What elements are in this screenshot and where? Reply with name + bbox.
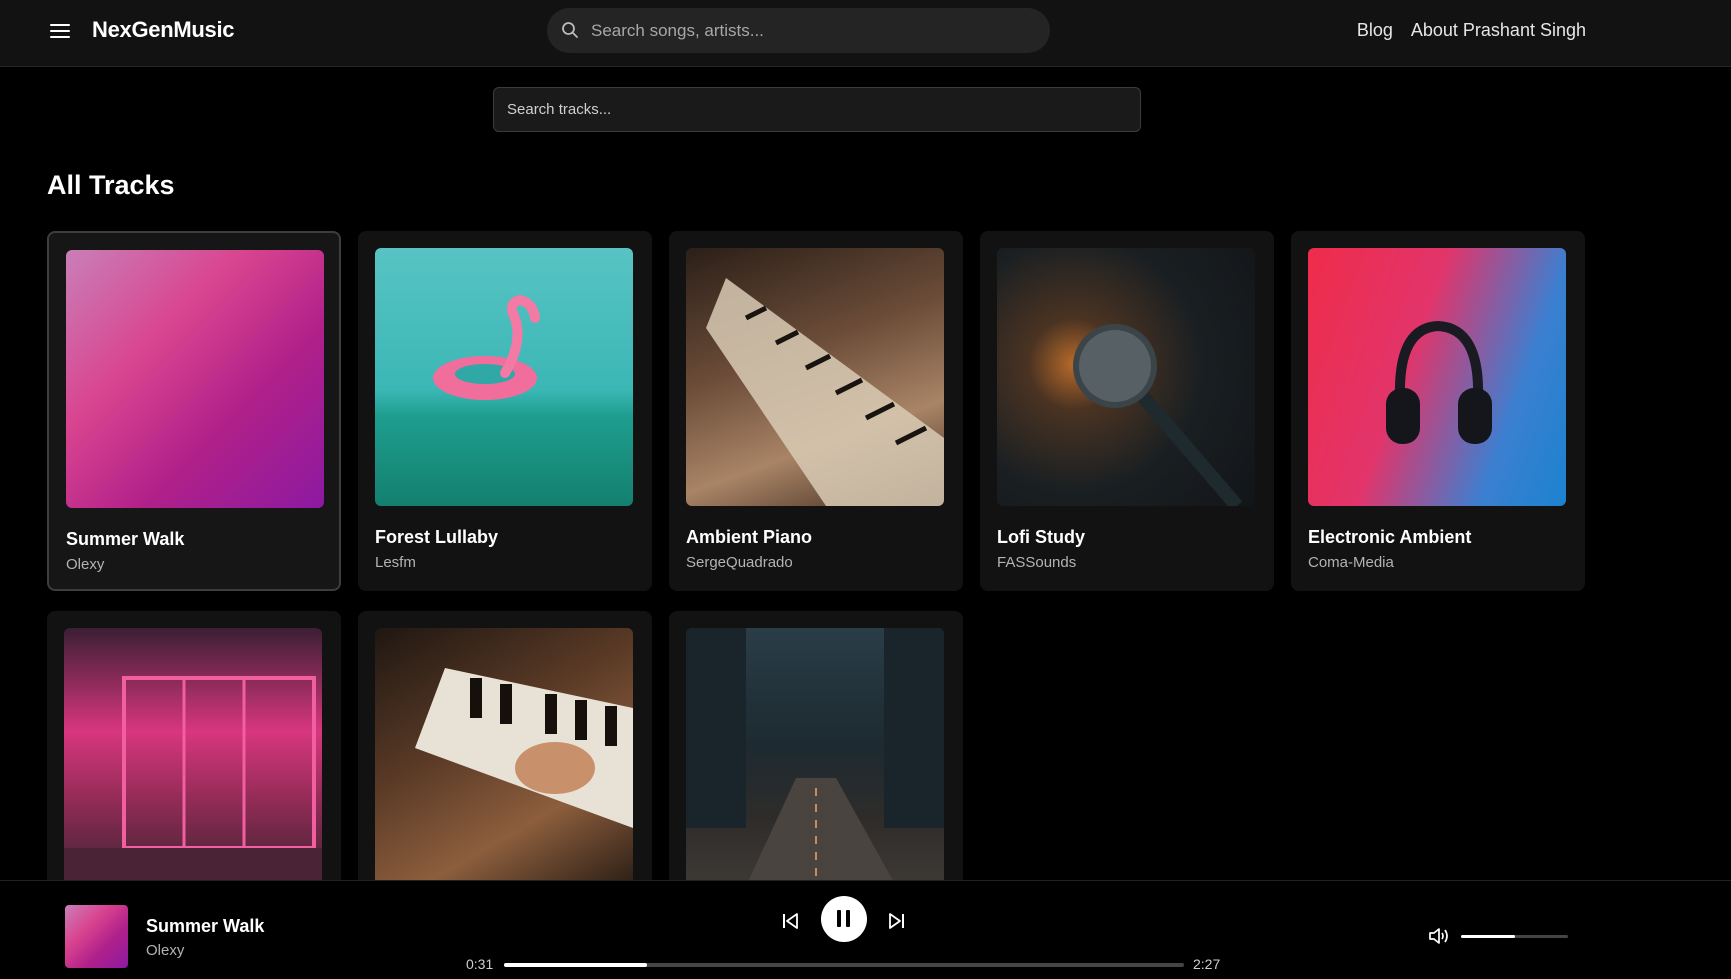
brand-logo[interactable]: NexGenMusic [92, 17, 235, 43]
global-search[interactable] [547, 8, 1050, 53]
track-cover [686, 628, 944, 886]
current-time: 0:31 [466, 956, 494, 972]
track-title: Electronic Ambient [1308, 527, 1472, 547]
track-card[interactable]: Electronic Ambient Coma-Media [1291, 231, 1585, 591]
cinema-image [64, 676, 322, 886]
track-cover [64, 628, 322, 886]
track-title: Lofi Study [997, 527, 1085, 547]
piano-hands-image [415, 668, 633, 828]
microphone-image [1073, 324, 1243, 506]
volume-slider[interactable] [1461, 935, 1568, 938]
volume-icon[interactable] [1428, 926, 1450, 946]
track-card[interactable]: Summer Walk Olexy [47, 231, 341, 591]
track-cover [686, 248, 944, 506]
section-title: All Tracks [47, 170, 175, 200]
nav-links: Blog About Prashant Singh [1357, 20, 1586, 41]
player-bar: Summer Walk Olexy 0:31 2:27 [0, 880, 1731, 979]
track-cover [375, 248, 633, 506]
track-artist: Coma-Media [1308, 554, 1394, 571]
headphones-image [1386, 320, 1492, 444]
skip-back-icon[interactable] [781, 911, 801, 931]
track-card[interactable]: Ambient Piano SergeQuadrado [669, 231, 963, 591]
nav-link-about[interactable]: About Prashant Singh [1411, 20, 1586, 41]
track-cover [1308, 248, 1566, 506]
track-cover [66, 250, 324, 508]
progress-bar[interactable] [504, 963, 1184, 967]
pause-icon[interactable] [821, 896, 867, 942]
track-search[interactable] [493, 87, 1141, 132]
now-playing-cover [65, 905, 128, 968]
progress-fill [504, 963, 647, 967]
nav-link-blog[interactable]: Blog [1357, 20, 1393, 41]
track-artist: Lesfm [375, 554, 416, 571]
track-artist: SergeQuadrado [686, 554, 793, 571]
track-card[interactable]: Lofi Study FASSounds [980, 231, 1274, 591]
duration: 2:27 [1193, 956, 1221, 972]
track-cover [997, 248, 1255, 506]
now-playing-title: Summer Walk [146, 916, 265, 936]
volume-fill [1461, 935, 1515, 938]
track-title: Summer Walk [66, 529, 185, 549]
global-search-input[interactable] [591, 8, 1031, 53]
track-cover [375, 628, 633, 886]
flamingo-float-image [433, 294, 540, 400]
track-artist: Olexy [66, 556, 105, 573]
track-title: Ambient Piano [686, 527, 813, 547]
top-navbar: NexGenMusic Blog About Prashant Singh [0, 0, 1731, 67]
piano-keys-image [706, 278, 944, 506]
track-search-input[interactable] [494, 88, 1140, 131]
skip-forward-icon[interactable] [886, 911, 906, 931]
now-playing-artist: Olexy [146, 942, 185, 959]
night-street-image [686, 628, 944, 886]
track-title: Forest Lullaby [375, 527, 499, 547]
search-icon [562, 22, 578, 38]
menu-icon[interactable] [48, 20, 72, 42]
track-card[interactable]: Forest Lullaby Lesfm [358, 231, 652, 591]
track-artist: FASSounds [997, 554, 1077, 571]
